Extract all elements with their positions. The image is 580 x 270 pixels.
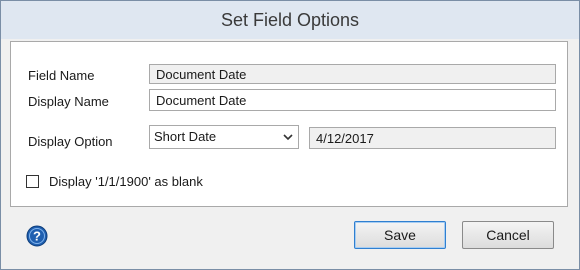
cancel-button[interactable]: Cancel [462, 221, 554, 249]
display-option-selected: Short Date [154, 129, 217, 144]
display-option-dropdown[interactable]: Short Date [149, 125, 299, 149]
dialog-title-bar: Set Field Options [1, 1, 579, 39]
display-name-input[interactable] [149, 89, 556, 111]
display-blank-checkbox[interactable] [26, 175, 39, 188]
field-name-label: Field Name [28, 68, 95, 83]
display-name-label: Display Name [28, 94, 109, 109]
chevron-down-icon [283, 134, 293, 141]
display-option-label: Display Option [28, 134, 113, 149]
display-blank-checkbox-label[interactable]: Display '1/1/1900' as blank [49, 174, 203, 189]
field-options-panel: Field Name Document Date Display Name Di… [10, 41, 568, 207]
save-button[interactable]: Save [354, 221, 446, 249]
display-option-preview: 4/12/2017 [309, 127, 556, 149]
dialog-title: Set Field Options [220, 10, 360, 30]
field-name-value: Document Date [149, 64, 556, 84]
help-icon[interactable]: ? [26, 225, 48, 247]
set-field-options-dialog: Set Field Options Field Name Document Da… [0, 0, 580, 270]
svg-text:?: ? [33, 229, 41, 244]
